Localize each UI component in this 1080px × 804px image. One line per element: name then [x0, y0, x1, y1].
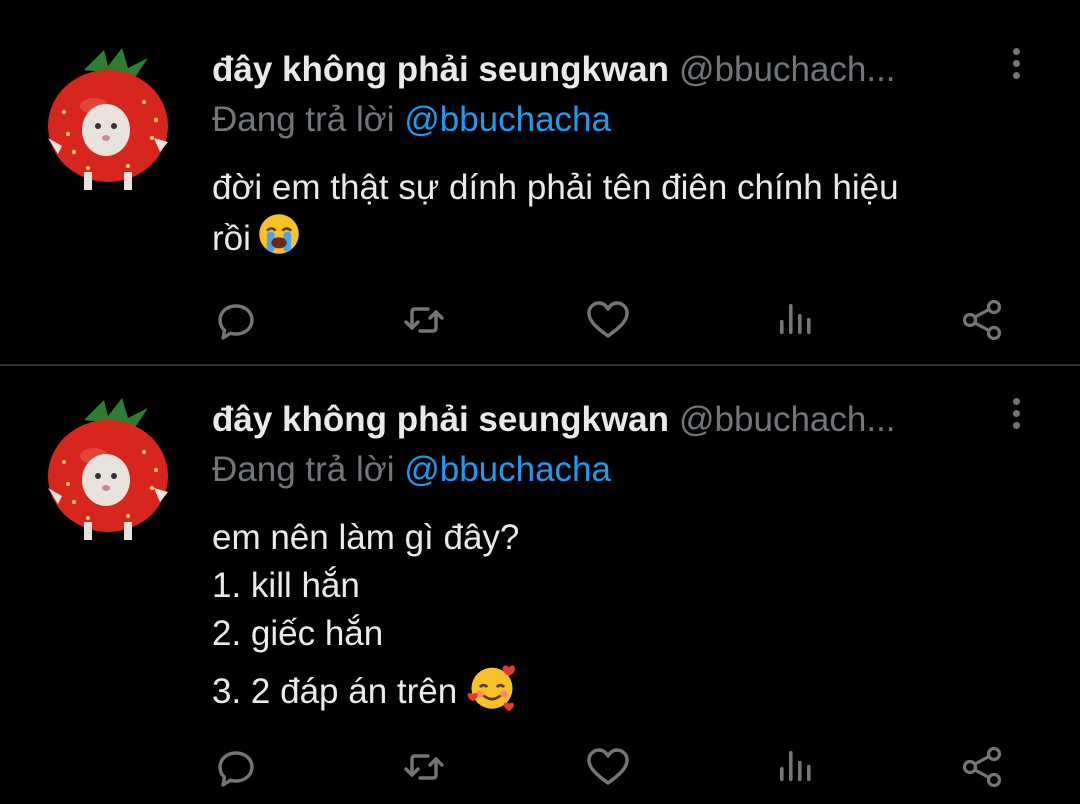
tweet-text-line: 2. giếc hắn: [212, 614, 384, 653]
avatar-strawberry-cat[interactable]: [44, 392, 172, 542]
tweet-text-line: 3. 2 đáp án trên: [212, 671, 458, 711]
tweet-text: em nên làm gì đây? 1. kill hắn 2. giếc h…: [212, 514, 1012, 729]
retweet-icon[interactable]: [400, 743, 448, 791]
views-icon[interactable]: [772, 743, 820, 791]
reply-mention-link[interactable]: @bbuchacha: [404, 450, 611, 489]
tweet-actions: [0, 735, 1080, 795]
author-name[interactable]: đây không phải seungkwan: [212, 400, 669, 439]
more-options-icon[interactable]: [1006, 398, 1026, 438]
reply-label: Đang trả lời: [212, 450, 395, 489]
tweet[interactable]: đây không phải seungkwan @bbuchach... Đan…: [0, 0, 1080, 804]
smiling-face-with-hearts-icon: [463, 658, 521, 729]
reply-icon[interactable]: [212, 743, 260, 791]
tweet-text-line: em nên làm gì đây?: [212, 518, 520, 557]
author-handle[interactable]: @bbuchach...: [679, 400, 896, 439]
reply-context: Đang trả lời @bbuchacha: [212, 450, 611, 490]
like-icon[interactable]: [584, 743, 632, 791]
tweet-text-line: 1. kill hắn: [212, 566, 360, 605]
share-icon[interactable]: [958, 743, 1006, 791]
